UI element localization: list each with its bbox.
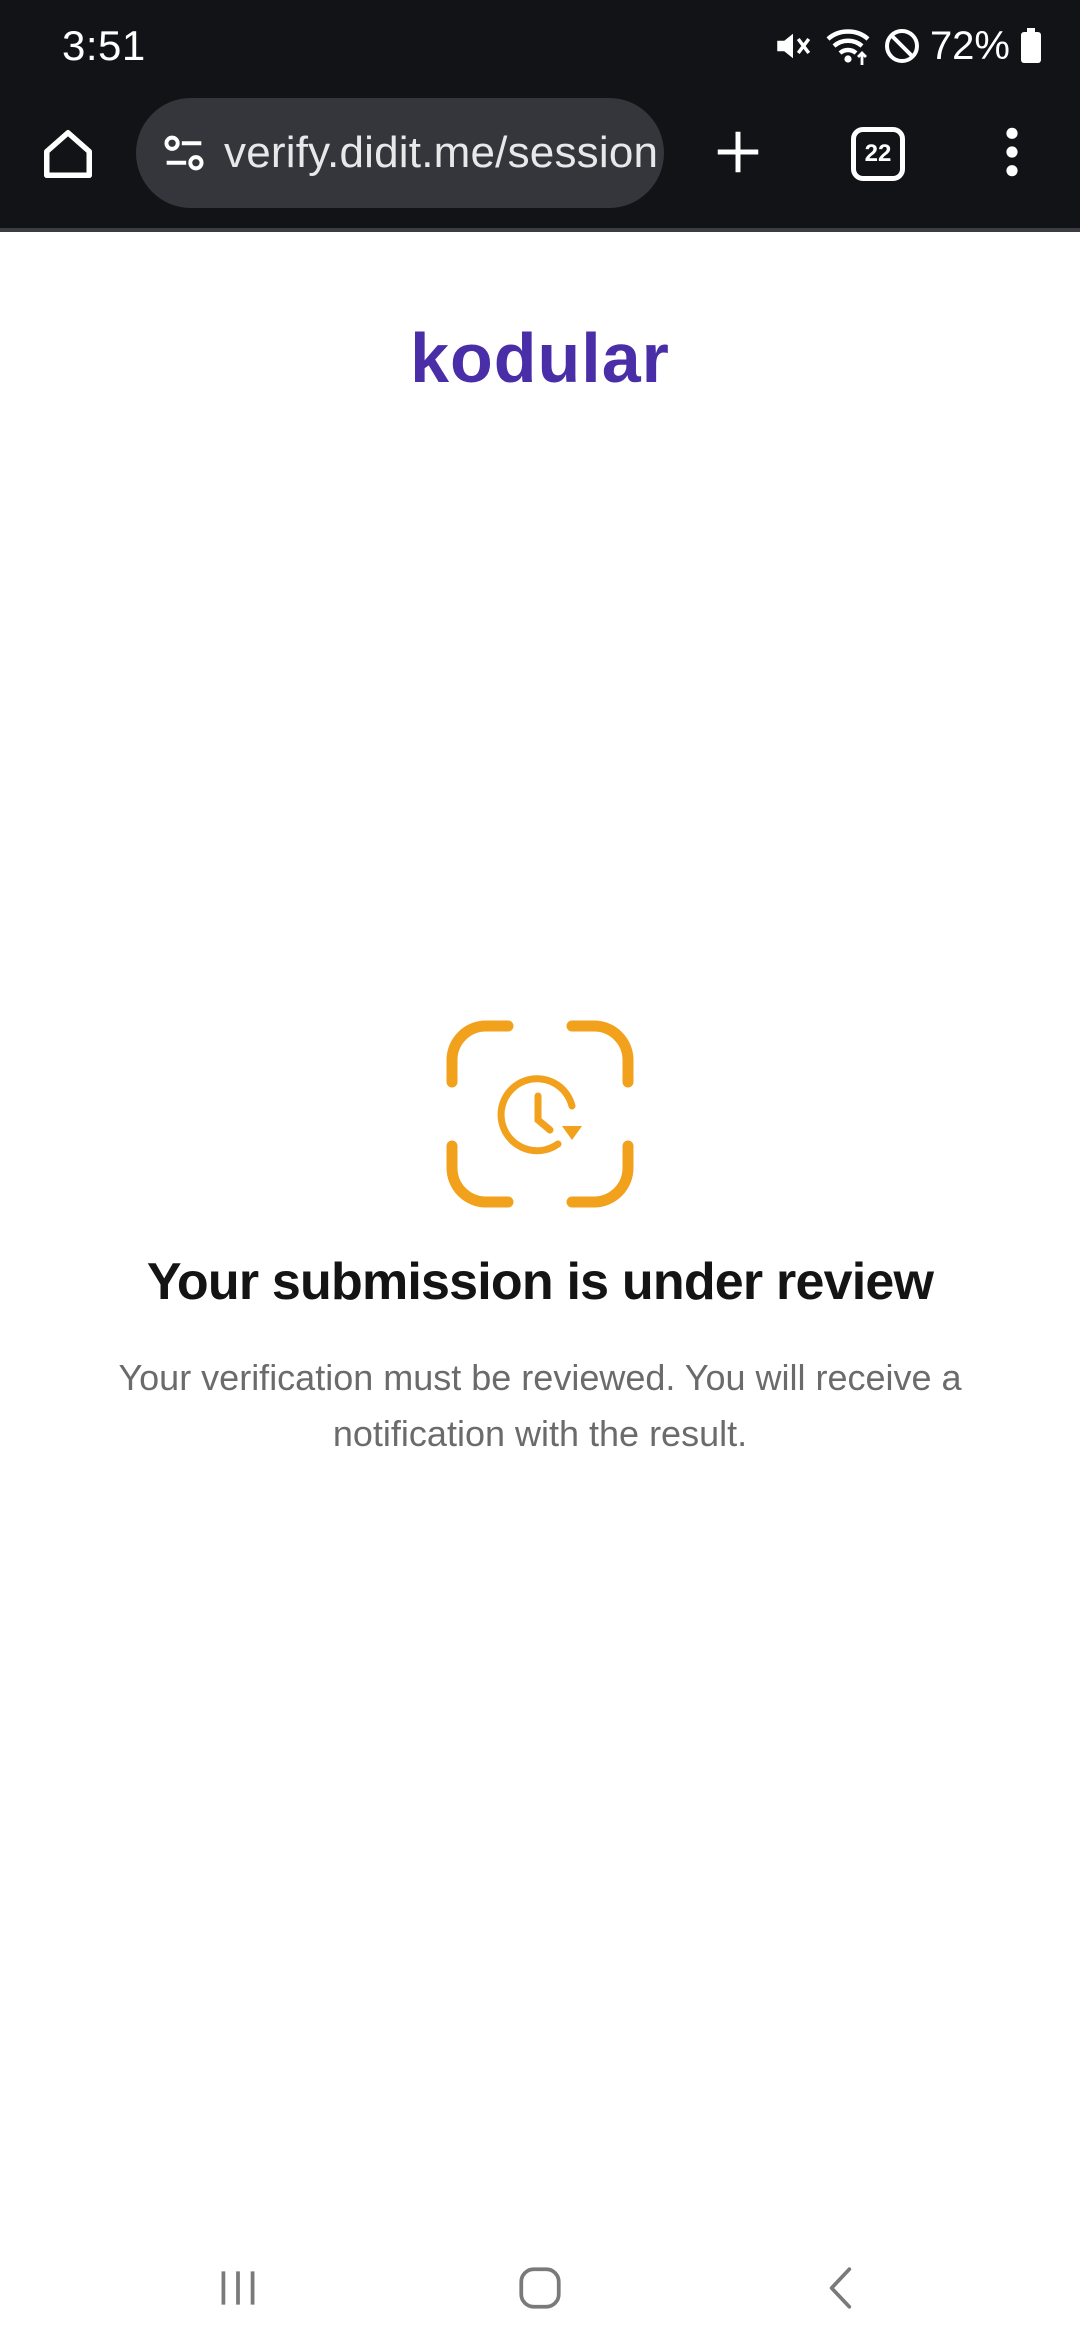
battery-icon: [1020, 28, 1042, 64]
site-settings-icon[interactable]: [158, 127, 210, 179]
status-time: 3:51: [62, 22, 146, 69]
back-icon: [817, 2263, 867, 2318]
more-menu-button[interactable]: [972, 114, 1052, 194]
recents-icon: [213, 2263, 263, 2318]
browser-toolbar: verify.didit.me/session 22: [0, 92, 1080, 232]
new-tab-button[interactable]: [698, 114, 778, 194]
plus-icon: [711, 125, 765, 184]
url-text: verify.didit.me/session: [224, 128, 659, 177]
tab-switcher-button[interactable]: 22: [838, 114, 918, 194]
mute-icon: [772, 25, 814, 67]
home-nav-button[interactable]: [490, 2250, 590, 2330]
kodular-logo: kodular: [410, 319, 670, 397]
system-nav-bar: [0, 2240, 1080, 2340]
back-button[interactable]: [792, 2250, 892, 2330]
status-bar: 3:51 72%: [0, 0, 1080, 92]
wifi-icon: [824, 25, 872, 67]
page-title: Your submission is under review: [146, 1253, 934, 1311]
url-bar[interactable]: verify.didit.me/session: [136, 98, 664, 208]
battery-percent: 72%: [929, 23, 1010, 68]
status-icons: 72%: [772, 20, 1042, 72]
tab-switcher-icon: 22: [851, 127, 905, 181]
home-icon: [38, 124, 98, 189]
review-message: Your verification must be reviewed. You …: [118, 1357, 962, 1454]
home-nav-icon: [515, 2263, 565, 2318]
recents-button[interactable]: [188, 2250, 288, 2330]
tab-count: 22: [864, 140, 892, 167]
more-vert-icon: [1002, 124, 1022, 185]
home-button[interactable]: [28, 116, 108, 196]
under-review-icon: [446, 1020, 634, 1208]
dnd-icon: [882, 26, 922, 66]
